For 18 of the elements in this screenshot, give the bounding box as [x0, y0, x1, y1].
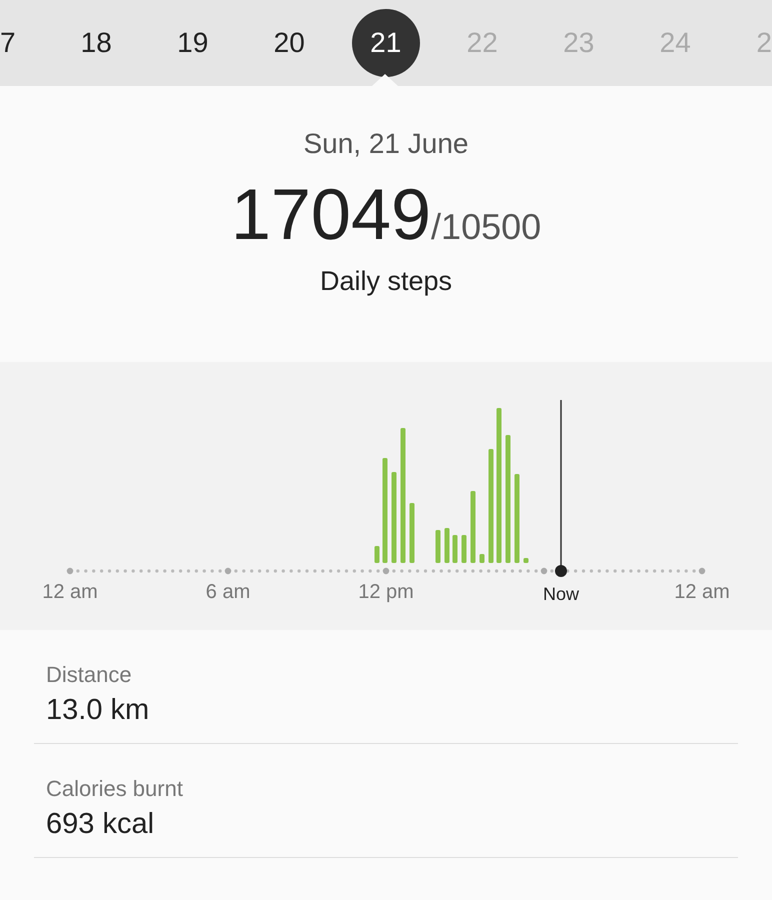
time-label: 12 am [674, 581, 730, 603]
day-button[interactable]: 18 [80, 9, 112, 77]
stat-value: 693 kcal [46, 808, 156, 841]
stat-label: Distance [46, 662, 133, 688]
date-title: Sun, 21 June [303, 128, 469, 160]
day-button[interactable]: 20 [274, 9, 305, 77]
day-button[interactable]: 19 [177, 9, 208, 77]
day-button[interactable]: 7 [0, 9, 16, 77]
day-button[interactable]: 21 [352, 9, 420, 77]
step-count: 17049 [230, 174, 432, 256]
stat-value: 13.0 km [46, 694, 150, 727]
stat-label: Calories burnt [46, 776, 184, 802]
time-label: 12 am [42, 581, 98, 603]
time-label: 6 am [206, 581, 250, 603]
time-label: 12 pm [358, 581, 414, 603]
step-goal: /10500 [431, 206, 542, 248]
steps-caption: Daily steps [320, 266, 452, 297]
now-label: Now [543, 584, 579, 604]
